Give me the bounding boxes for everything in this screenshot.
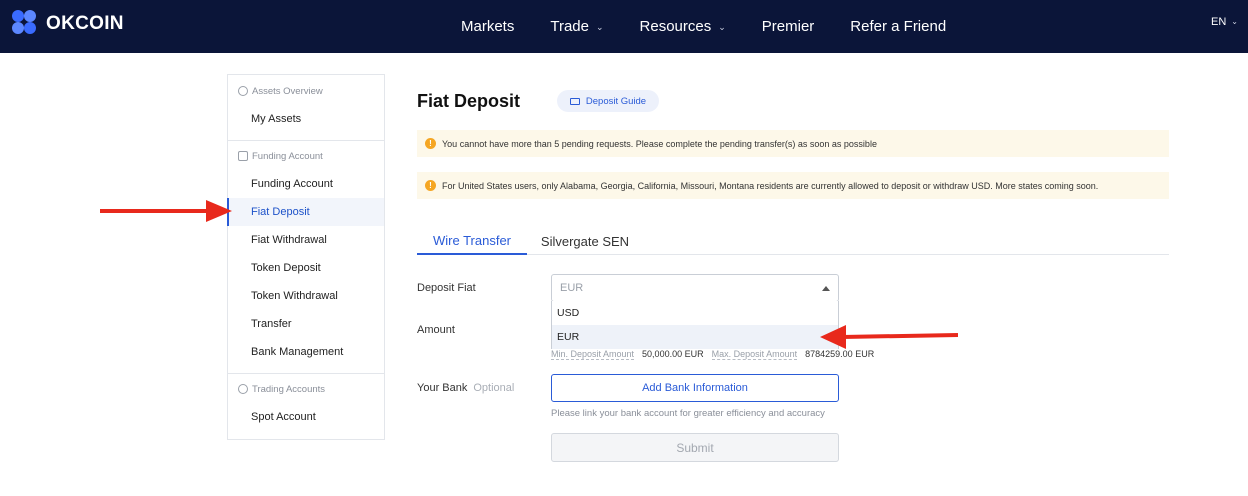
deposit-guide-button[interactable]: Deposit Guide (557, 90, 659, 112)
dropdown-option-eur[interactable]: EUR (552, 325, 838, 349)
brand-name: OKCOIN (46, 13, 124, 34)
select-placeholder: EUR (560, 282, 584, 294)
sidebar-divider (228, 140, 384, 141)
tab-wire-transfer[interactable]: Wire Transfer (417, 228, 527, 255)
notice-text: You cannot have more than 5 pending requ… (442, 138, 877, 149)
sidebar-group-header: Assets Overview (228, 77, 384, 105)
sidebar-item-token-withdrawal[interactable]: Token Withdrawal (228, 282, 384, 310)
warning-icon: ! (425, 180, 436, 191)
book-icon (569, 97, 580, 105)
language-selector[interactable]: EN ⌄ (1211, 0, 1238, 43)
annotation-arrow-left-icon (820, 325, 958, 349)
chevron-down-icon: ⌄ (718, 22, 726, 32)
add-bank-information-button[interactable]: Add Bank Information (551, 374, 839, 402)
deposit-fiat-label: Deposit Fiat (417, 282, 476, 294)
sidebar-group-assets-overview: Assets Overview My Assets (228, 77, 384, 133)
sidebar-group-trading-accounts: Trading Accounts Spot Account (228, 375, 384, 431)
sidebar-item-fiat-withdrawal[interactable]: Fiat Withdrawal (228, 226, 384, 254)
top-navigation-bar: OKCOIN Markets Trade ⌄ Resources ⌄ Premier… (0, 0, 1248, 53)
warning-icon: ! (425, 138, 436, 149)
dropdown-option-usd[interactable]: USD (552, 301, 838, 325)
nav-label: Refer a Friend (850, 18, 947, 35)
tab-silvergate-sen[interactable]: Silvergate SEN (535, 228, 635, 255)
bank-label-text: Your Bank (417, 382, 468, 394)
sidebar-item-transfer[interactable]: Transfer (228, 310, 384, 338)
sidebar-group-header: Funding Account (228, 142, 384, 170)
logo-mark-icon (12, 10, 44, 38)
notice-text: For United States users, only Alabama, G… (442, 180, 1099, 191)
sidebar-header-label: Assets Overview (252, 85, 323, 97)
clock-icon (238, 86, 248, 96)
notice-pending-requests: ! You cannot have more than 5 pending re… (417, 130, 1169, 157)
sidebar-header-label: Funding Account (252, 150, 323, 162)
min-deposit-label: Min. Deposit Amount (551, 349, 635, 360)
sidebar-item-fiat-deposit[interactable]: Fiat Deposit (227, 198, 384, 226)
nav-label: Premier (761, 18, 815, 35)
main-nav: Markets Trade ⌄ Resources ⌄ Premier Refer … (443, 0, 964, 53)
okcoin-logo[interactable]: OKCOIN (12, 10, 124, 38)
sidebar-header-label: Trading Accounts (252, 383, 326, 395)
bank-hint-text: Please link your bank account for greate… (551, 408, 825, 419)
sidebar-item-spot-account[interactable]: Spot Account (228, 403, 384, 431)
sidebar-item-token-deposit[interactable]: Token Deposit (228, 254, 384, 282)
sidebar-item-funding-account[interactable]: Funding Account (228, 170, 384, 198)
submit-button[interactable]: Submit (551, 433, 839, 462)
sidebar-item-my-assets[interactable]: My Assets (228, 105, 384, 133)
chevron-down-icon: ⌄ (1231, 17, 1238, 26)
wallet-icon (238, 151, 248, 161)
deposit-limits: Min. Deposit Amount 50,000.00 EUR Max. D… (551, 349, 882, 360)
chevron-down-icon: ⌄ (595, 22, 604, 32)
exchange-icon (238, 384, 248, 394)
optional-tag: Optional (473, 382, 515, 394)
min-deposit-value: 50,000.00 EUR (642, 349, 704, 359)
deposit-fiat-select[interactable]: EUR (551, 274, 839, 302)
sidebar-item-bank-management[interactable]: Bank Management (228, 338, 384, 366)
nav-item-refer-a-friend[interactable]: Refer a Friend (850, 18, 946, 35)
language-label: EN (1211, 15, 1227, 28)
sidebar-group-funding-account: Funding Account Funding Account Fiat Dep… (227, 142, 384, 366)
deposit-guide-label: Deposit Guide (585, 95, 647, 107)
nav-item-trade[interactable]: Trade ⌄ (550, 18, 603, 35)
your-bank-label: Your Bank Optional (417, 382, 514, 394)
amount-label: Amount (417, 324, 455, 336)
nav-label: Trade (550, 18, 589, 35)
nav-label: Markets (461, 18, 515, 35)
nav-label: Resources (639, 18, 712, 35)
sidebar-group-header: Trading Accounts (228, 375, 384, 403)
caret-up-icon (822, 286, 830, 291)
deposit-fiat-dropdown: USD EUR (551, 301, 839, 349)
assets-sidebar: Assets Overview My Assets Funding Accoun… (227, 74, 385, 440)
deposit-method-tabs: Wire Transfer Silvergate SEN (417, 228, 1169, 255)
nav-item-markets[interactable]: Markets (461, 18, 514, 35)
sidebar-divider (228, 373, 384, 374)
max-deposit-value: 8784259.00 EUR (805, 349, 875, 359)
notice-us-states: ! For United States users, only Alabama,… (417, 172, 1169, 199)
nav-item-premier[interactable]: Premier (762, 18, 815, 35)
nav-item-resources[interactable]: Resources ⌄ (640, 18, 726, 35)
annotation-arrow-right-icon (100, 200, 232, 222)
page-title: Fiat Deposit (417, 91, 521, 111)
max-deposit-label: Max. Deposit Amount (711, 349, 798, 360)
